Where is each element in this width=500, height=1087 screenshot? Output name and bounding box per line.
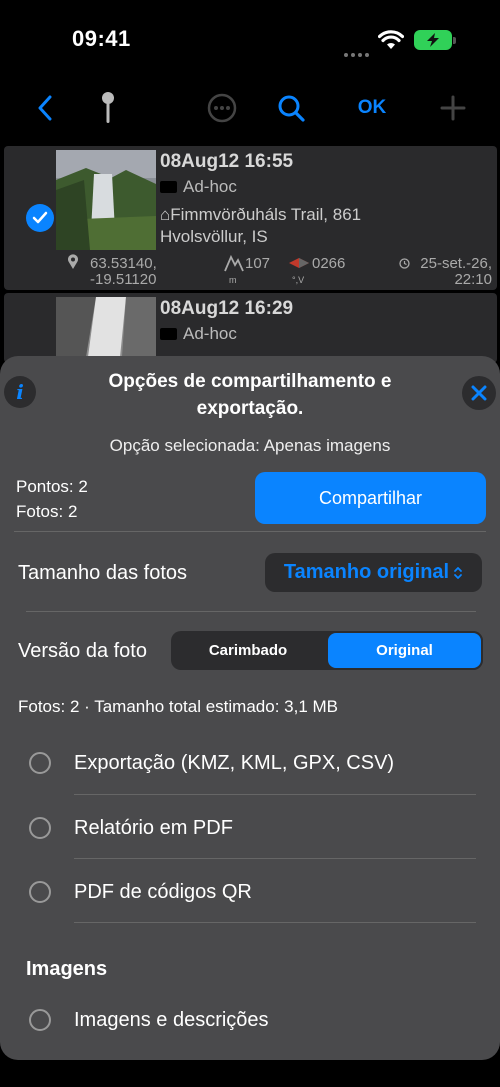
date-line1: 25-set.-26, (420, 255, 492, 272)
pin-button[interactable] (96, 88, 120, 128)
item-folder: Ad-hoc (160, 324, 237, 344)
divider (26, 611, 476, 612)
status-bar: 09:41 (0, 0, 500, 80)
back-button[interactable] (30, 88, 60, 128)
altitude-unit: m (229, 275, 237, 285)
folder-icon (160, 181, 177, 193)
item-altitude: 107 m (229, 255, 271, 288)
item-address: ⌂Fimmvörðuháls Trail, 861 Hvolsvöllur, I… (160, 205, 362, 246)
item-folder-label: Ad-hoc (183, 324, 237, 343)
item-folder: Ad-hoc (160, 177, 237, 197)
option-images-descriptions[interactable]: Imagens e descrições (0, 1000, 500, 1040)
checkmark-icon (32, 211, 48, 224)
chevron-left-icon (38, 95, 52, 121)
divider (74, 794, 476, 795)
altitude-icon (224, 254, 244, 272)
photo-size-select[interactable]: Tamanho original (265, 553, 482, 592)
selected-checkmark[interactable] (26, 204, 54, 232)
photo-thumbnail (56, 297, 156, 357)
heading-icon (289, 258, 309, 268)
sheet-title: Opções de compartilhamento e exportação. (108, 371, 392, 419)
share-button[interactable]: Compartilhar (255, 472, 486, 524)
pin-icon (102, 92, 114, 123)
list-item[interactable]: 08Aug12 16:29 Ad-hoc (4, 293, 497, 363)
altitude-value: 107 (245, 255, 271, 272)
share-export-sheet: i Opções de compartilhamento e exportaçã… (0, 356, 500, 1060)
divider (74, 858, 476, 859)
selected-option-text: Opção selecionada: Apenas imagens (109, 436, 391, 455)
photo-thumbnail (56, 150, 156, 250)
photo-size-value: Tamanho original (283, 561, 450, 583)
close-button[interactable] (462, 376, 496, 410)
wifi-icon (378, 30, 404, 49)
status-time: 09:41 (72, 26, 131, 51)
search-icon (278, 95, 305, 122)
coords-lon: -19.51120 (90, 271, 157, 288)
coords-lat: 63.53140, (90, 255, 157, 272)
divider (74, 922, 476, 923)
option-label: Relatório em PDF (74, 816, 233, 839)
ellipsis-circle-icon (207, 93, 237, 123)
option-export[interactable]: Exportação (KMZ, KML, GPX, CSV) (0, 743, 500, 783)
item-heading: 0266 °,V (292, 255, 346, 288)
heading-unit: °,V (292, 275, 305, 285)
option-label: Imagens e descrições (74, 1008, 269, 1031)
heading-value: 0266 (312, 255, 346, 272)
chevron-up-down-icon (454, 566, 462, 579)
radio-unselected-icon[interactable] (29, 881, 51, 903)
item-folder-label: Ad-hoc (183, 177, 237, 196)
close-icon (471, 385, 487, 401)
item-title: 08Aug12 16:55 (160, 151, 294, 172)
divider (14, 531, 486, 532)
option-qr-pdf[interactable]: PDF de códigos QR (0, 872, 500, 912)
item-coordinates: 63.53140, -19.51120 (90, 256, 157, 288)
option-pdf-report[interactable]: Relatório em PDF (0, 808, 500, 848)
item-date: 25-set.-26, 22:10 (412, 256, 492, 288)
battery-icon (414, 30, 452, 50)
segment-stamped[interactable]: Carimbado (171, 631, 325, 670)
radio-unselected-icon[interactable] (29, 817, 51, 839)
estimate-text: Fotos: 2 · Tamanho total estimado: 3,1 M… (18, 697, 339, 716)
segment-original[interactable]: Original (326, 631, 483, 670)
nav-bar: OK (0, 80, 500, 136)
radio-unselected-icon[interactable] (29, 752, 51, 774)
plus-icon (440, 95, 466, 121)
photo-version-segmented-control: Carimbado Original (171, 631, 483, 670)
folder-icon (160, 328, 177, 340)
date-line2: 22:10 (454, 271, 492, 288)
photo-version-label: Versão da foto (18, 640, 147, 662)
counts: Pontos: 2 Fotos: 2 (16, 474, 88, 524)
list-item[interactable]: 08Aug12 16:55 Ad-hoc ⌂Fimmvörðuháls Trai… (4, 146, 497, 290)
photos-count: Fotos: 2 (16, 502, 78, 521)
points-count: Pontos: 2 (16, 477, 88, 496)
location-pin-icon (68, 254, 78, 269)
ok-button[interactable]: OK (352, 88, 392, 128)
more-button[interactable] (206, 88, 238, 128)
option-label: Exportação (KMZ, KML, GPX, CSV) (74, 751, 395, 774)
clock-icon (399, 258, 410, 269)
cellular-signal-icon (344, 44, 372, 62)
add-button[interactable] (438, 88, 468, 128)
images-section-header: Imagens (26, 958, 108, 980)
search-button[interactable] (276, 88, 306, 128)
battery-tip (453, 37, 456, 44)
photo-size-label: Tamanho das fotos (18, 562, 187, 584)
radio-unselected-icon[interactable] (29, 1009, 51, 1031)
info-button[interactable]: i (4, 376, 36, 408)
item-title: 08Aug12 16:29 (160, 298, 294, 319)
info-icon: i (16, 380, 24, 404)
option-label: PDF de códigos QR (74, 880, 252, 903)
